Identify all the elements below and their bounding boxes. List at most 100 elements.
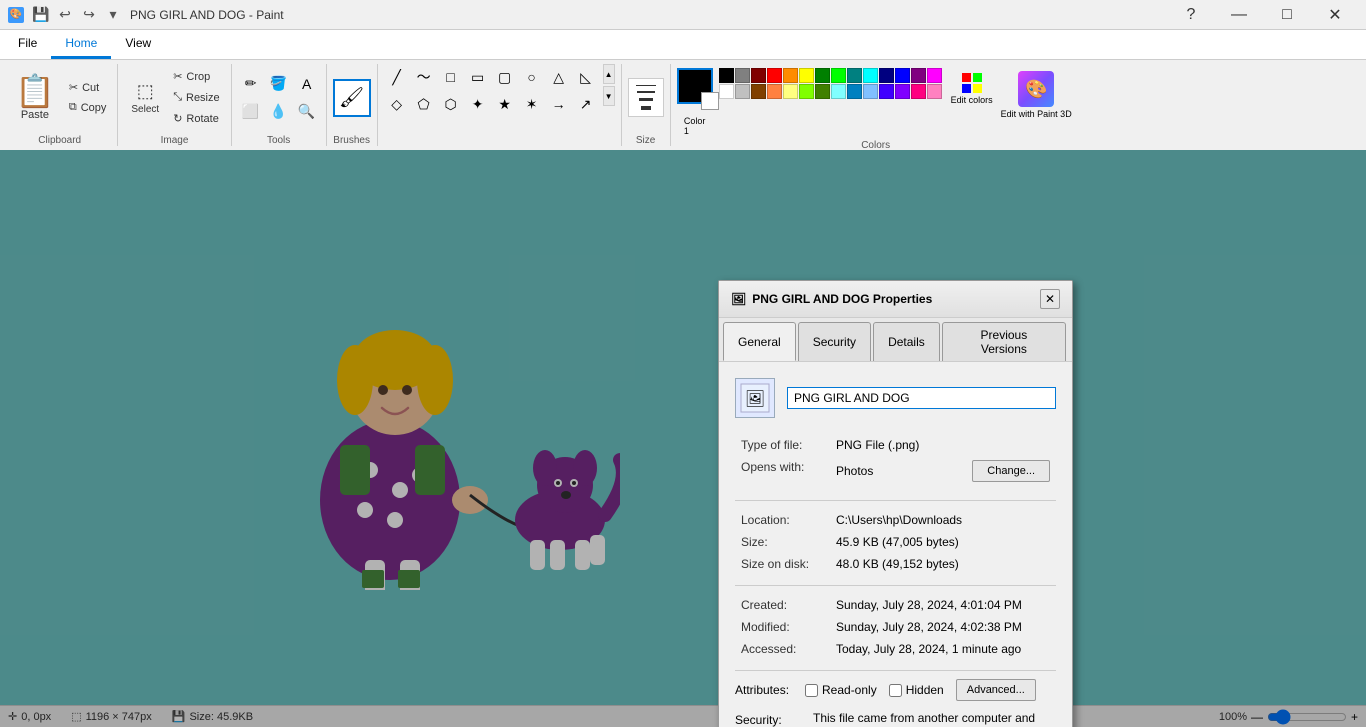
content-area: 🖼 PNG GIRL AND DOG Properties ✕ General … [0,150,1366,727]
maximize-btn[interactable]: □ [1264,0,1310,30]
color-swatch[interactable] [831,68,846,83]
tab-view[interactable]: View [111,30,165,59]
tab-security[interactable]: Security [798,322,871,361]
help-btn[interactable]: ? [1168,0,1214,30]
shape-right-triangle[interactable]: ◺ [573,64,599,90]
customize-quick-btn[interactable]: ▾ [102,4,124,26]
shape-rect2[interactable]: ▭ [465,64,491,90]
color-swatch[interactable] [911,84,926,99]
shapes-scroll-down[interactable]: ▼ [603,86,615,106]
shape-star5[interactable]: ★ [492,91,518,117]
tab-general[interactable]: General [723,322,796,361]
dialog-close-button[interactable]: ✕ [1040,289,1060,309]
edit-colors-button[interactable]: Edit colors [948,68,996,109]
shape-hexagon[interactable]: ⬡ [438,91,464,117]
color-swatch[interactable] [831,84,846,99]
tab-home[interactable]: Home [51,30,111,59]
color-swatch[interactable] [815,68,830,83]
shape-arrow2[interactable]: ↗ [573,91,599,117]
shape-triangle[interactable]: △ [546,64,572,90]
close-btn[interactable]: ✕ [1312,0,1358,30]
tab-details[interactable]: Details [873,322,940,361]
created-row: Created: Sunday, July 28, 2024, 4:01:04 … [735,594,1056,616]
color-swatch[interactable] [895,84,910,99]
color-swatch[interactable] [799,84,814,99]
color-swatch[interactable] [719,68,734,83]
shape-pentagon[interactable]: ⬠ [411,91,437,117]
magnifier-tool[interactable]: 🔍 [294,99,320,125]
shape-star6[interactable]: ✶ [519,91,545,117]
shape-arrow[interactable]: → [546,91,572,117]
color-swatch[interactable] [927,68,942,83]
eraser-tool[interactable]: ⬜ [238,99,264,125]
color1-selector[interactable] [677,68,713,104]
shape-rect[interactable]: □ [438,64,464,90]
advanced-button[interactable]: Advanced... [956,679,1036,701]
select-button[interactable]: ⬚ Select [124,76,166,120]
redo-quick-btn[interactable]: ↪ [78,4,100,26]
modified-label: Modified: [735,616,830,638]
shape-roundrect[interactable]: ▢ [492,64,518,90]
attributes-label: Attributes: [735,683,805,697]
shapes-group: ╱ 〜 □ ▭ ▢ ○ △ ◺ ◇ ⬠ ⬡ ✦ ★ ✶ → [378,64,622,146]
size-selector[interactable] [628,78,664,117]
shape-star4[interactable]: ✦ [465,91,491,117]
color-swatch[interactable] [751,68,766,83]
rotate-button[interactable]: ↻ Rotate [168,109,224,128]
shape-line[interactable]: ╱ [384,64,410,90]
cut-button[interactable]: ✂ Cut [64,78,112,97]
undo-quick-btn[interactable]: ↩ [54,4,76,26]
readonly-checkbox-label[interactable]: Read-only [805,683,877,697]
color-swatch[interactable] [863,68,878,83]
shape-diamond[interactable]: ◇ [384,91,410,117]
paste-button[interactable]: 📋 Paste [8,70,62,126]
color-swatch[interactable] [735,68,750,83]
color-swatch[interactable] [927,84,942,99]
color-swatch[interactable] [847,84,862,99]
readonly-checkbox[interactable] [805,684,818,697]
color-picker-tool[interactable]: 💧 [266,99,292,125]
tab-file[interactable]: File [4,30,51,59]
shape-ellipse[interactable]: ○ [519,64,545,90]
color-swatch[interactable] [767,68,782,83]
color-swatch[interactable] [751,84,766,99]
separator2 [735,585,1056,586]
location-table: Location: C:\Users\hp\Downloads Size: 45… [735,509,1056,575]
change-button[interactable]: Change... [972,460,1050,482]
shapes-scroll-up[interactable]: ▲ [603,64,615,84]
color-swatch[interactable] [783,84,798,99]
tools-group-label: Tools [267,131,290,146]
color-swatch[interactable] [863,84,878,99]
brushes-selector[interactable]: 🖌 [333,79,371,117]
file-name-input[interactable] [787,387,1056,409]
app-icon: 🎨 [8,7,24,23]
fill-tool[interactable]: 🪣 [266,71,292,97]
crop-button[interactable]: ✂ Crop [168,67,224,86]
hidden-checkbox-label[interactable]: Hidden [889,683,944,697]
color-swatch[interactable] [911,68,926,83]
color-swatch[interactable] [767,84,782,99]
color-swatch[interactable] [847,68,862,83]
copy-button[interactable]: ⧉ Copy [64,98,112,117]
color-swatch[interactable] [815,84,830,99]
text-tool[interactable]: A [294,71,320,97]
color-swatch[interactable] [879,84,894,99]
color-swatch[interactable] [719,84,734,99]
modified-row: Modified: Sunday, July 28, 2024, 4:02:38… [735,616,1056,638]
minimize-btn[interactable]: — [1216,0,1262,30]
resize-button[interactable]: ⤡ Resize [168,88,224,107]
image-group: ⬚ Select ✂ Crop ⤡ Resize ↻ Rotate [118,64,231,146]
save-quick-btn[interactable]: 💾 [30,4,52,26]
edit-paint3d-button[interactable]: 🎨 Edit with Paint 3D [998,68,1075,123]
color-swatch[interactable] [735,84,750,99]
pencil-tool[interactable]: ✏ [238,71,264,97]
hidden-checkbox[interactable] [889,684,902,697]
color-swatch[interactable] [879,68,894,83]
color-swatch[interactable] [783,68,798,83]
shape-curve[interactable]: 〜 [411,64,437,90]
color-swatch[interactable] [799,68,814,83]
color-swatch[interactable] [895,68,910,83]
accessed-value: Today, July 28, 2024, 1 minute ago [830,638,1056,660]
tab-previous-versions[interactable]: Previous Versions [942,322,1066,361]
security-label: Security: [735,713,805,727]
